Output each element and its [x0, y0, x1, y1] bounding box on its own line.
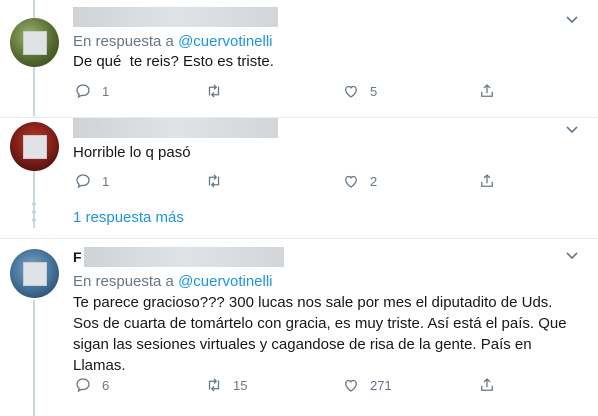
share-button[interactable]	[478, 171, 496, 191]
retweet-button[interactable]	[205, 171, 233, 191]
retweet-icon	[208, 84, 220, 98]
tweet-text: Te parece gracioso??? 300 lucas nos sale…	[73, 294, 567, 374]
reply-count: 6	[102, 377, 110, 393]
like-button[interactable]: 2	[342, 171, 377, 191]
reply-count: 1	[102, 173, 110, 189]
share-icon	[481, 174, 493, 187]
share-icon	[481, 378, 493, 391]
reply-button[interactable]: 1	[74, 81, 109, 101]
show-more-replies-link[interactable]: 1 respuesta más	[73, 209, 184, 226]
reply-button[interactable]: 6	[74, 375, 109, 395]
reply-prefix: En respuesta a	[73, 273, 174, 290]
like-count: 5	[370, 83, 378, 99]
reply-count: 1	[102, 83, 110, 99]
thread-line	[33, 300, 35, 416]
thread-line	[33, 66, 35, 116]
chevron-down-icon[interactable]	[564, 121, 580, 137]
like-icon	[345, 85, 357, 98]
reply-icon	[76, 174, 90, 189]
reply-icon	[76, 84, 90, 99]
share-button[interactable]	[478, 375, 496, 395]
avatar-redaction	[22, 134, 47, 159]
chevron-down-icon[interactable]	[564, 247, 580, 263]
like-icon	[345, 379, 357, 392]
reply-context: En respuesta a @cuervotinelli	[73, 272, 273, 292]
like-count: 271	[370, 377, 392, 393]
reply-prefix: En respuesta a	[73, 33, 174, 50]
avatar-redaction	[22, 30, 47, 55]
redacted-name	[73, 118, 278, 138]
thread-line	[33, 0, 35, 20]
like-button[interactable]: 271	[342, 375, 392, 395]
divider	[0, 238, 598, 239]
tweet-text: Horrible lo q pasó	[73, 144, 191, 161]
reply-button[interactable]: 1	[74, 171, 109, 191]
reply-icon	[76, 378, 90, 393]
retweet-icon	[208, 378, 220, 392]
tweet-text: De qué te reis? Esto es triste.	[73, 53, 274, 70]
retweet-icon	[208, 174, 220, 188]
name-initial: F	[73, 249, 82, 265]
share-icon	[481, 84, 493, 97]
like-button[interactable]: 5	[342, 81, 377, 101]
avatar-redaction	[22, 261, 47, 286]
chevron-down-icon[interactable]	[564, 11, 580, 27]
retweet-button[interactable]	[205, 81, 233, 101]
thread-dots-icon	[32, 202, 36, 222]
retweet-count: 15	[233, 377, 248, 393]
avatar[interactable]	[10, 122, 59, 171]
retweet-button[interactable]: 15	[205, 375, 247, 395]
like-icon	[345, 175, 357, 188]
avatar[interactable]	[10, 18, 59, 67]
avatar[interactable]	[10, 249, 59, 298]
like-count: 2	[370, 173, 378, 189]
mention-link[interactable]: @cuervotinelli	[178, 273, 272, 290]
reply-context: En respuesta a @cuervotinelli	[73, 32, 273, 52]
redacted-name	[84, 247, 284, 267]
redacted-name	[73, 7, 278, 27]
mention-link[interactable]: @cuervotinelli	[178, 33, 272, 50]
share-button[interactable]	[478, 81, 496, 101]
